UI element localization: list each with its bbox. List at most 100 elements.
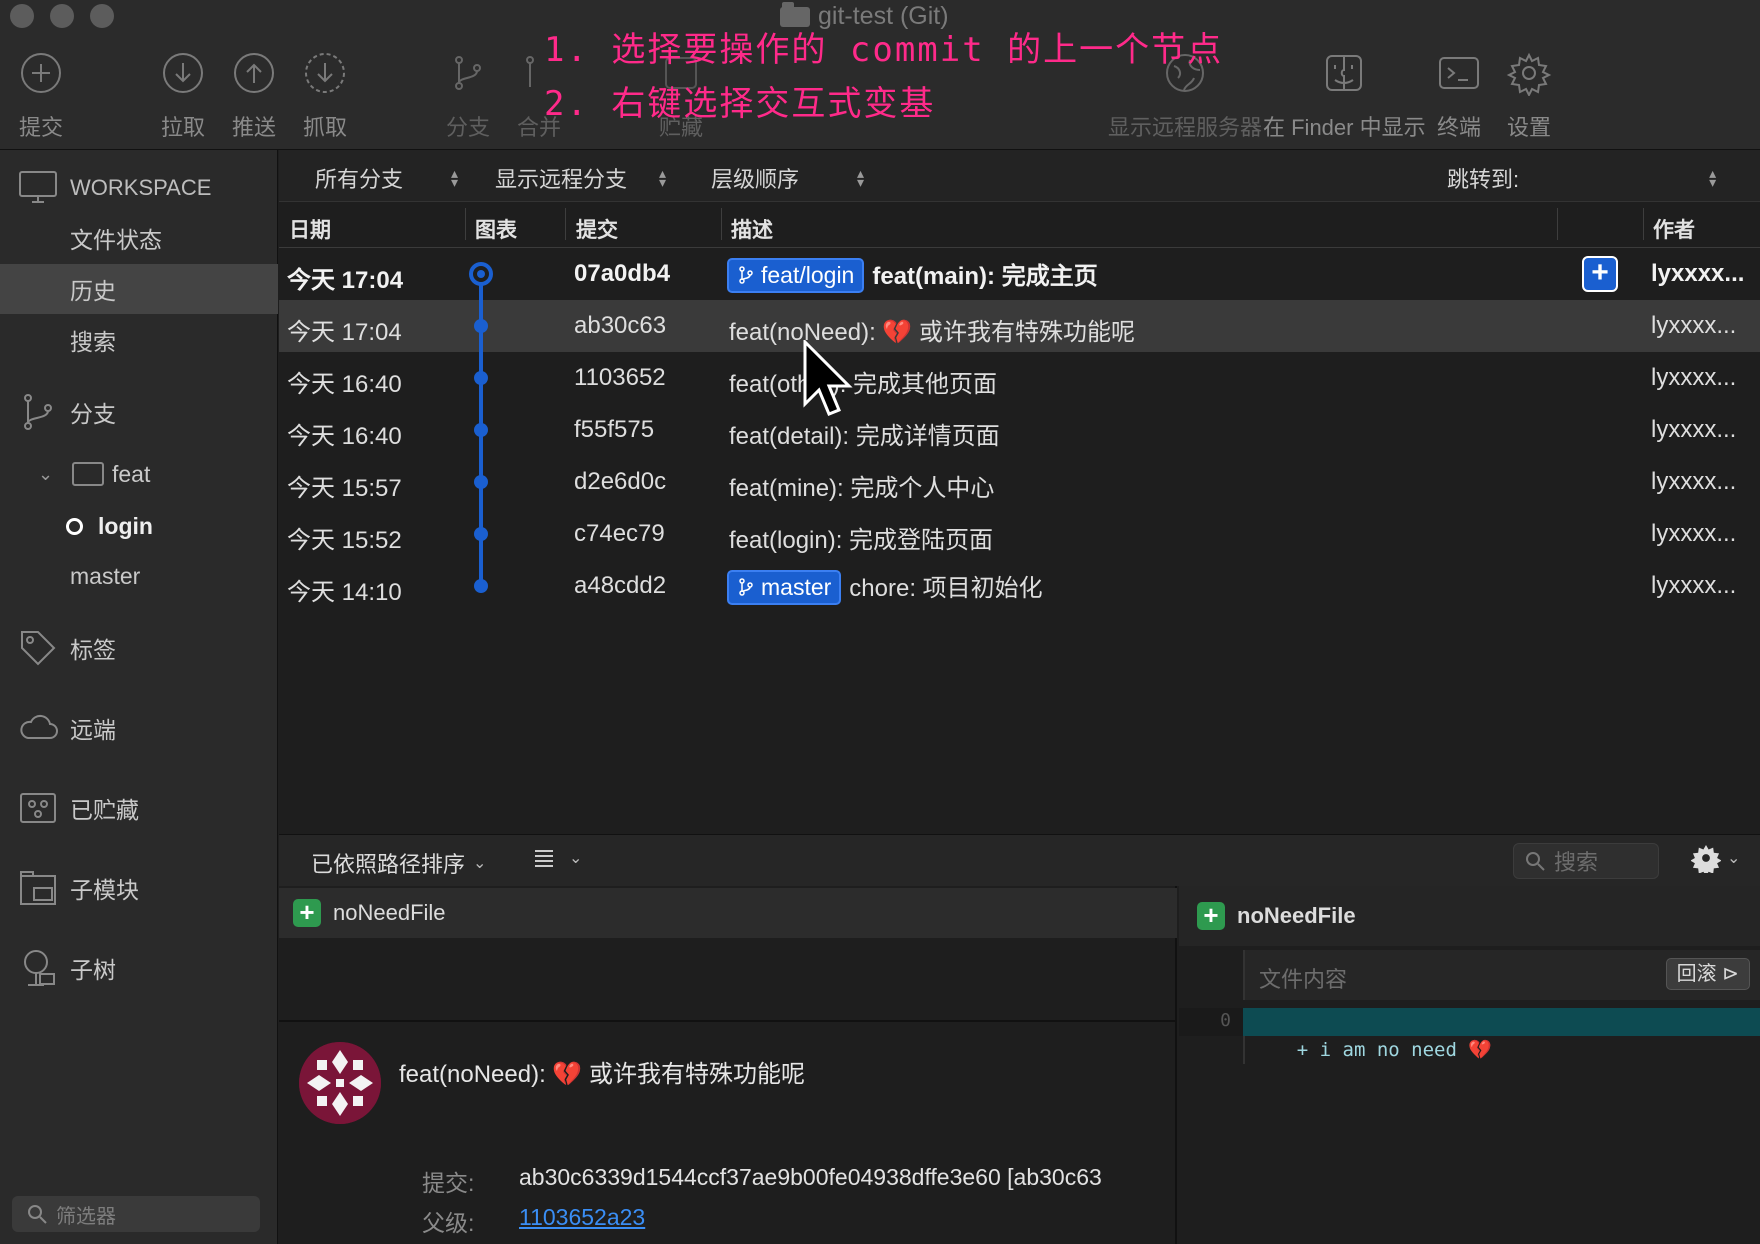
broken-heart-icon: 💔 <box>552 1061 583 1088</box>
sidebar-item-file-status[interactable]: 文件状态 <box>0 214 278 262</box>
file-search-input[interactable]: 搜索 <box>1513 843 1659 879</box>
graph-node <box>474 527 488 541</box>
sidebar-folder-feat[interactable]: ⌄ feat <box>0 450 278 498</box>
chevron-down-icon: ⌄ <box>569 850 583 867</box>
parent-commit-link[interactable]: 1103652a23 <box>519 1204 645 1231</box>
sidebar-section-subtrees[interactable]: 子树 <box>0 944 278 992</box>
tag-icon <box>18 628 58 668</box>
sidebar-item-history[interactable]: 历史 <box>0 264 278 314</box>
sidebar-workspace-header[interactable]: WORKSPACE <box>0 164 278 212</box>
broken-heart-icon: 💔 <box>1468 1039 1493 1061</box>
file-added-icon: + <box>1197 902 1225 930</box>
cloud-icon <box>18 708 58 748</box>
sidebar-branch-master[interactable]: master <box>0 552 278 600</box>
order-select[interactable]: 层级顺序 ▴ ▾ <box>711 162 864 194</box>
branch-button[interactable]: 分支 <box>445 50 491 142</box>
sidebar-item-search[interactable]: 搜索 <box>0 316 278 364</box>
sort-by-path-select[interactable]: 已依照路径排序 ⌄ <box>311 847 486 879</box>
graph-node <box>474 371 488 385</box>
graph-node <box>474 319 488 333</box>
settings-button[interactable]: 设置 <box>1506 50 1552 142</box>
graph-node <box>474 475 488 489</box>
divider <box>279 1020 1177 1022</box>
rollback-button[interactable]: 回滚 ⊳ <box>1665 958 1750 990</box>
diff-file-header: + noNeedFile <box>1179 886 1760 946</box>
parent-label: 父级: <box>422 1210 475 1236</box>
fetch-icon <box>305 53 345 93</box>
commit-hash-value: ab30c6339d1544ccf37ae9b00fe04938dffe3e60… <box>519 1164 1102 1190</box>
column-author[interactable]: 作者 <box>1653 214 1695 244</box>
column-commit[interactable]: 提交 <box>576 214 618 244</box>
file-list-toolbar: 已依照路径排序 ⌄ ⌄ 搜索 ⌄ <box>279 834 1760 886</box>
commit-detail-title: feat(noNeed): 💔 或许我有特殊功能呢 <box>399 1061 805 1088</box>
branch-icon <box>739 578 753 596</box>
monitor-icon <box>18 168 58 208</box>
chevron-down-icon: ⌄ <box>473 855 487 872</box>
gear-icon <box>1691 844 1721 873</box>
diff-added-line[interactable]: + i am no need 💔 <box>1243 1008 1760 1061</box>
annotation-line-2: 2. 右键选择交互式变基 <box>544 84 936 124</box>
chevron-updown-icon: ▴ ▾ <box>857 165 865 190</box>
sidebar-section-stashes[interactable]: 已贮藏 <box>0 784 278 832</box>
jump-to-select[interactable]: 跳转到: ▴ ▾ <box>1447 162 1716 194</box>
branch-tag[interactable]: master <box>727 569 842 605</box>
view-mode-select[interactable]: ⌄ <box>533 847 582 869</box>
diff-gutter: 0 <box>1179 1008 1243 1036</box>
file-list-item[interactable]: + noNeedFile <box>279 888 1177 938</box>
sidebar-section-tags[interactable]: 标签 <box>0 624 278 672</box>
sidebar-branch-login[interactable]: login <box>0 502 278 550</box>
finder-icon <box>1326 55 1363 91</box>
chevron-down-icon: ⌄ <box>1727 850 1741 867</box>
search-icon <box>28 1205 47 1224</box>
graph-node <box>474 423 488 437</box>
chevron-updown-icon: ▴ ▾ <box>659 165 667 190</box>
broken-heart-icon: 💔 <box>882 319 913 346</box>
mouse-cursor-icon <box>803 340 853 416</box>
sidebar: WORKSPACE 文件状态 历史 搜索 分支 ⌄ feat login mas… <box>0 150 278 1244</box>
show-in-finder-button[interactable]: 在 Finder 中显示 <box>1263 50 1426 142</box>
fetch-button[interactable]: 抓取 <box>302 50 348 142</box>
folder-icon <box>72 462 104 486</box>
history-view: 所有分支 ▴ ▾ 显示远程分支 ▴ ▾ 层级顺序 ▴ ▾ 跳转到: ▴ ▾ 日期 图表 … <box>279 150 1760 834</box>
commit-label: 提交: <box>422 1170 475 1196</box>
pull-button[interactable]: 拉取 <box>160 50 206 142</box>
chevron-down-icon[interactable]: ⌄ <box>38 464 53 485</box>
working-copy-plus-badge[interactable]: + <box>1582 256 1618 292</box>
chevron-updown-icon: ▴ ▾ <box>1709 165 1717 190</box>
branch-tag[interactable]: feat/login <box>727 257 865 293</box>
branch-icon <box>455 56 481 90</box>
column-description[interactable]: 描述 <box>731 214 773 244</box>
file-options-button[interactable]: ⌄ <box>1691 843 1740 873</box>
annotation-line-1: 1. 选择要操作的 commit 的上一个节点 <box>544 30 1224 70</box>
arrow-up-circle-icon <box>234 53 274 93</box>
avatar <box>299 1042 381 1124</box>
list-icon <box>535 850 553 867</box>
terminal-button[interactable]: 终端 <box>1436 50 1482 142</box>
branch-icon <box>18 392 58 432</box>
arrow-down-circle-icon <box>163 53 203 93</box>
gear-icon <box>1506 52 1552 96</box>
push-button[interactable]: 推送 <box>231 50 277 142</box>
plus-circle-icon <box>21 53 61 93</box>
minimize-window-button[interactable] <box>50 4 74 28</box>
commit-details-pane: + noNeedFile feat(noNeed): 💔 或许我有特殊功能呢 提… <box>279 886 1177 1244</box>
tree-icon <box>18 948 58 988</box>
zoom-window-button[interactable] <box>90 4 114 28</box>
toolbar: git-test (Git) 提交 拉取 推送 抓取 分支 合并 贮藏 显示远程… <box>0 0 1760 150</box>
hunk-header: 文件内容 回滚 ⊳ <box>1243 950 1760 1000</box>
sidebar-filter-input[interactable]: 筛选器 <box>12 1196 260 1232</box>
submodule-icon <box>18 868 58 908</box>
branch-icon <box>739 266 753 284</box>
file-added-icon: + <box>293 899 321 927</box>
close-window-button[interactable] <box>10 4 34 28</box>
stash-icon <box>18 788 58 828</box>
terminal-icon <box>1439 57 1479 89</box>
current-branch-icon <box>66 518 83 535</box>
rollback-icon: ⊳ <box>1722 963 1739 985</box>
commit-graph <box>469 262 493 593</box>
commit-button[interactable]: 提交 <box>18 50 64 142</box>
sidebar-section-remotes[interactable]: 远端 <box>0 704 278 752</box>
sidebar-section-branches[interactable]: 分支 <box>0 388 278 436</box>
sidebar-section-submodules[interactable]: 子模块 <box>0 864 278 912</box>
search-icon <box>1526 852 1545 871</box>
